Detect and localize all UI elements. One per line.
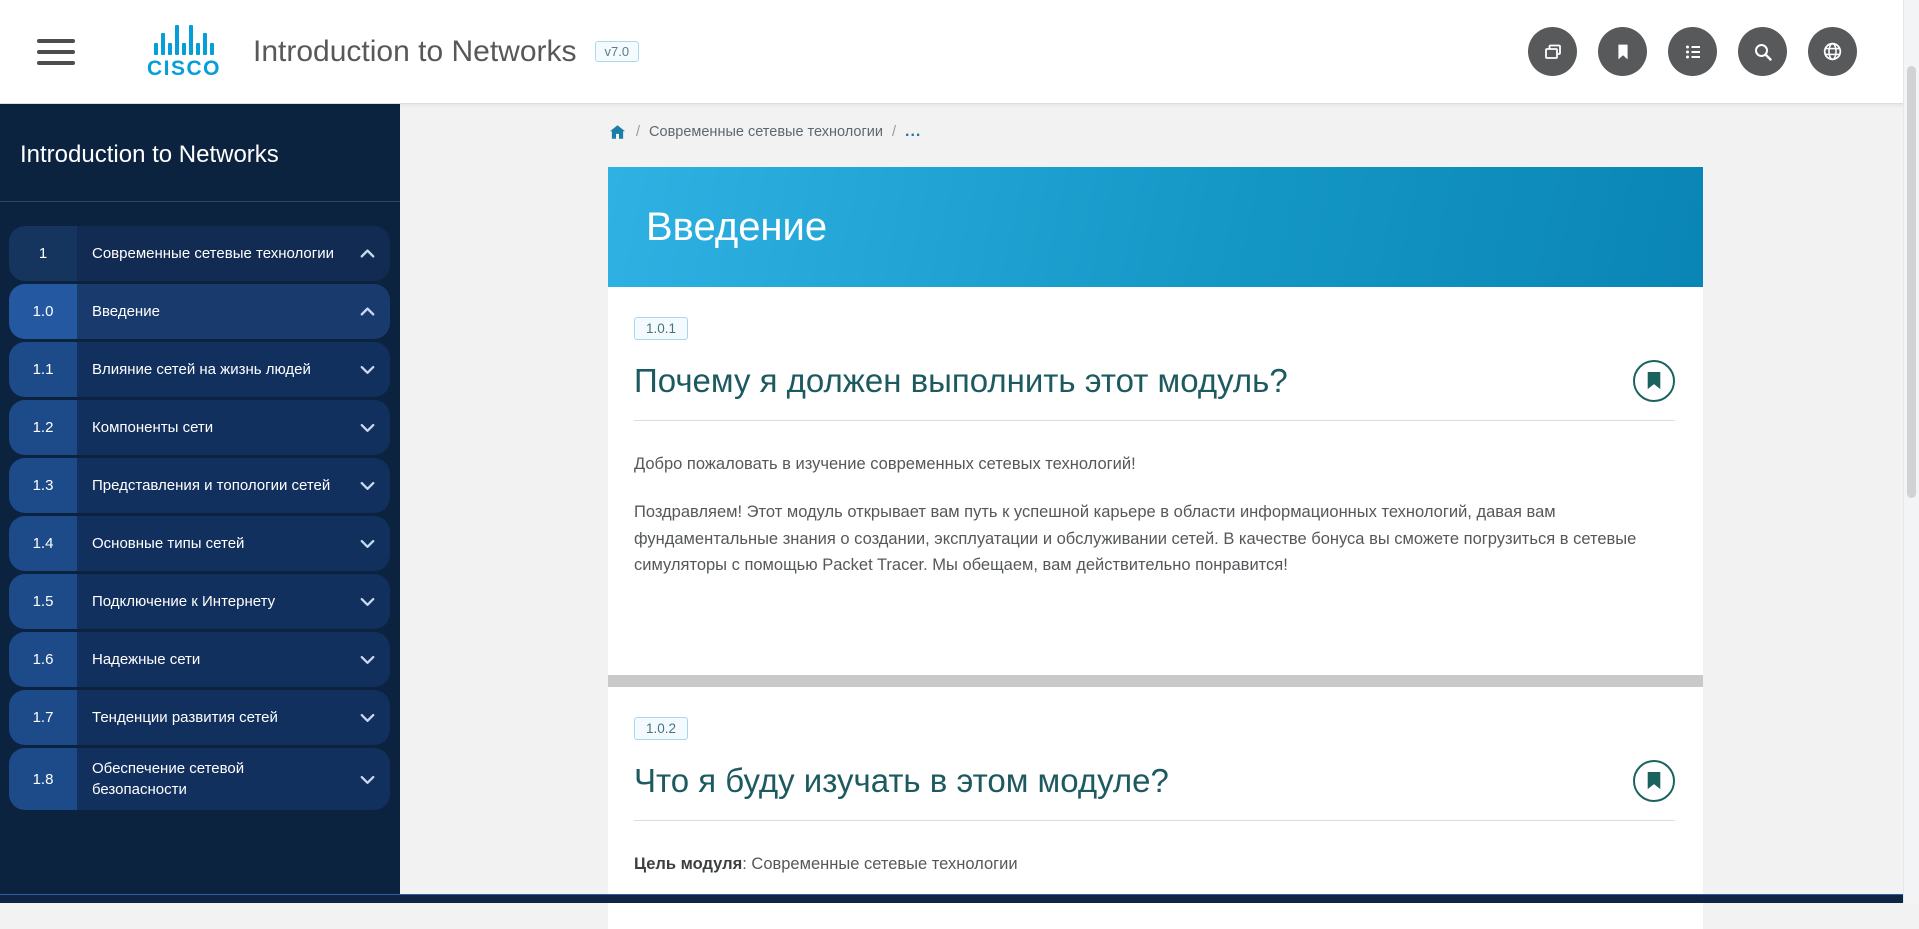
- sidebar-item-1.8[interactable]: 1.8 Обеспечение сетевой безопасности: [9, 748, 390, 810]
- sidebar-item-1.7[interactable]: 1.7 Тенденции развития сетей: [9, 690, 390, 745]
- bookmark-icon: [1646, 372, 1662, 390]
- chevron-up-icon: [344, 226, 390, 281]
- chevron-down-icon: [344, 458, 390, 513]
- sidebar-item-1[interactable]: 1 Современные сетевые технологии: [9, 226, 390, 281]
- course-title: Introduction to Networks: [253, 35, 576, 69]
- cisco-logo: CISCO: [147, 23, 221, 81]
- nav-item-label: Представления и топологии сетей: [77, 458, 344, 513]
- sidebar-item-1.1[interactable]: 1.1 Влияние сетей на жизнь людей: [9, 342, 390, 397]
- nav-item-label: Компоненты сети: [77, 400, 344, 455]
- sidebar-item-1.4[interactable]: 1.4 Основные типы сетей: [9, 516, 390, 571]
- search-icon[interactable]: [1738, 27, 1787, 76]
- section-1-0-1: 1.0.1 Почему я должен выполнить этот мод…: [608, 287, 1703, 675]
- sidebar-item-1.6[interactable]: 1.6 Надежные сети: [9, 632, 390, 687]
- nav-item-number: 1.5: [9, 574, 77, 629]
- section-rule: [634, 820, 1675, 821]
- bookmark-icon[interactable]: [1598, 27, 1647, 76]
- globe-icon[interactable]: [1808, 27, 1857, 76]
- scrollbar[interactable]: [1903, 0, 1919, 903]
- section-body: Добро пожаловать в изучение современных …: [634, 451, 1675, 579]
- module-goal-value: : Современные сетевые технологии: [742, 855, 1017, 873]
- bookmark-section-button[interactable]: [1633, 360, 1675, 402]
- nav-item-label: Основные типы сетей: [77, 516, 344, 571]
- section-rule: [634, 420, 1675, 421]
- module-goal: Цель модуля: Современные сетевые техноло…: [634, 851, 1675, 877]
- breadcrumb-ellipsis[interactable]: ...: [905, 123, 921, 141]
- nav-item-label: Тенденции развития сетей: [77, 690, 344, 745]
- chevron-down-icon: [344, 632, 390, 687]
- chevron-down-icon: [344, 748, 390, 810]
- module-banner-title: Введение: [608, 205, 827, 250]
- header-icon-group: [1528, 27, 1857, 76]
- module-banner: Введение: [608, 167, 1703, 287]
- nav-item-number: 1.0: [9, 284, 77, 339]
- sidebar-course-title: Introduction to Networks: [0, 104, 400, 201]
- sidebar-item-1.5[interactable]: 1.5 Подключение к Интернету: [9, 574, 390, 629]
- lesson-card: Введение 1.0.1 Почему я должен выполнить…: [608, 167, 1703, 929]
- cisco-logo-bars-icon: [154, 23, 214, 55]
- top-header: CISCO Introduction to Networks v7.0: [0, 0, 1919, 104]
- chevron-down-icon: [344, 400, 390, 455]
- nav-item-number: 1.8: [9, 748, 77, 810]
- course-sidebar: Introduction to Networks 1 Современные с…: [0, 104, 400, 903]
- nav-item-number: 1.4: [9, 516, 77, 571]
- sidebar-item-1.0[interactable]: 1.0 Введение: [9, 284, 390, 339]
- body-paragraph: Поздравляем! Этот модуль открывает вам п…: [634, 499, 1675, 578]
- chevron-up-icon: [344, 284, 390, 339]
- nav-item-number: 1: [9, 226, 77, 281]
- breadcrumb-separator: /: [636, 124, 640, 140]
- nav-item-number: 1.6: [9, 632, 77, 687]
- sidebar-item-1.2[interactable]: 1.2 Компоненты сети: [9, 400, 390, 455]
- nav-item-number: 1.2: [9, 400, 77, 455]
- sidebar-item-1.3[interactable]: 1.3 Представления и топологии сетей: [9, 458, 390, 513]
- breadcrumb: / Современные сетевые технологии / ...: [608, 123, 1919, 141]
- nav-item-label: Влияние сетей на жизнь людей: [77, 342, 344, 397]
- list-icon[interactable]: [1668, 27, 1717, 76]
- chevron-down-icon: [344, 574, 390, 629]
- section-divider: [608, 675, 1703, 687]
- chevron-down-icon: [344, 690, 390, 745]
- bookmark-icon: [1646, 772, 1662, 790]
- section-1-0-2: 1.0.2 Что я буду изучать в этом модуле? …: [608, 687, 1703, 929]
- section-number-badge: 1.0.1: [634, 317, 688, 340]
- sidebar-nav-list: 1 Современные сетевые технологии 1.0 Вве…: [0, 202, 400, 820]
- nav-item-label: Современные сетевые технологии: [77, 226, 344, 281]
- nav-item-label: Введение: [77, 284, 344, 339]
- scrollbar-thumb[interactable]: [1907, 66, 1916, 498]
- section-title: Что я буду изучать в этом модуле?: [634, 762, 1169, 800]
- section-number-badge: 1.0.2: [634, 717, 688, 740]
- chevron-down-icon: [344, 342, 390, 397]
- nav-item-number: 1.7: [9, 690, 77, 745]
- breadcrumb-separator: /: [892, 124, 896, 140]
- bottom-bar: [0, 894, 1919, 903]
- body-paragraph: Добро пожаловать в изучение современных …: [634, 451, 1675, 477]
- nav-item-number: 1.3: [9, 458, 77, 513]
- bookmark-section-button[interactable]: [1633, 760, 1675, 802]
- pages-icon[interactable]: [1528, 27, 1577, 76]
- breadcrumb-module[interactable]: Современные сетевые технологии: [649, 124, 883, 140]
- nav-item-label: Обеспечение сетевой безопасности: [77, 748, 344, 810]
- section-title: Почему я должен выполнить этот модуль?: [634, 362, 1288, 400]
- main-content: / Современные сетевые технологии / ... В…: [400, 104, 1919, 903]
- nav-item-number: 1.1: [9, 342, 77, 397]
- module-goal-label: Цель модуля: [634, 855, 742, 873]
- version-badge: v7.0: [595, 41, 640, 62]
- chevron-down-icon: [344, 516, 390, 571]
- home-icon[interactable]: [608, 123, 627, 141]
- nav-item-label: Надежные сети: [77, 632, 344, 687]
- nav-item-label: Подключение к Интернету: [77, 574, 344, 629]
- menu-toggle-button[interactable]: [37, 32, 75, 72]
- cisco-logo-word: CISCO: [147, 57, 221, 81]
